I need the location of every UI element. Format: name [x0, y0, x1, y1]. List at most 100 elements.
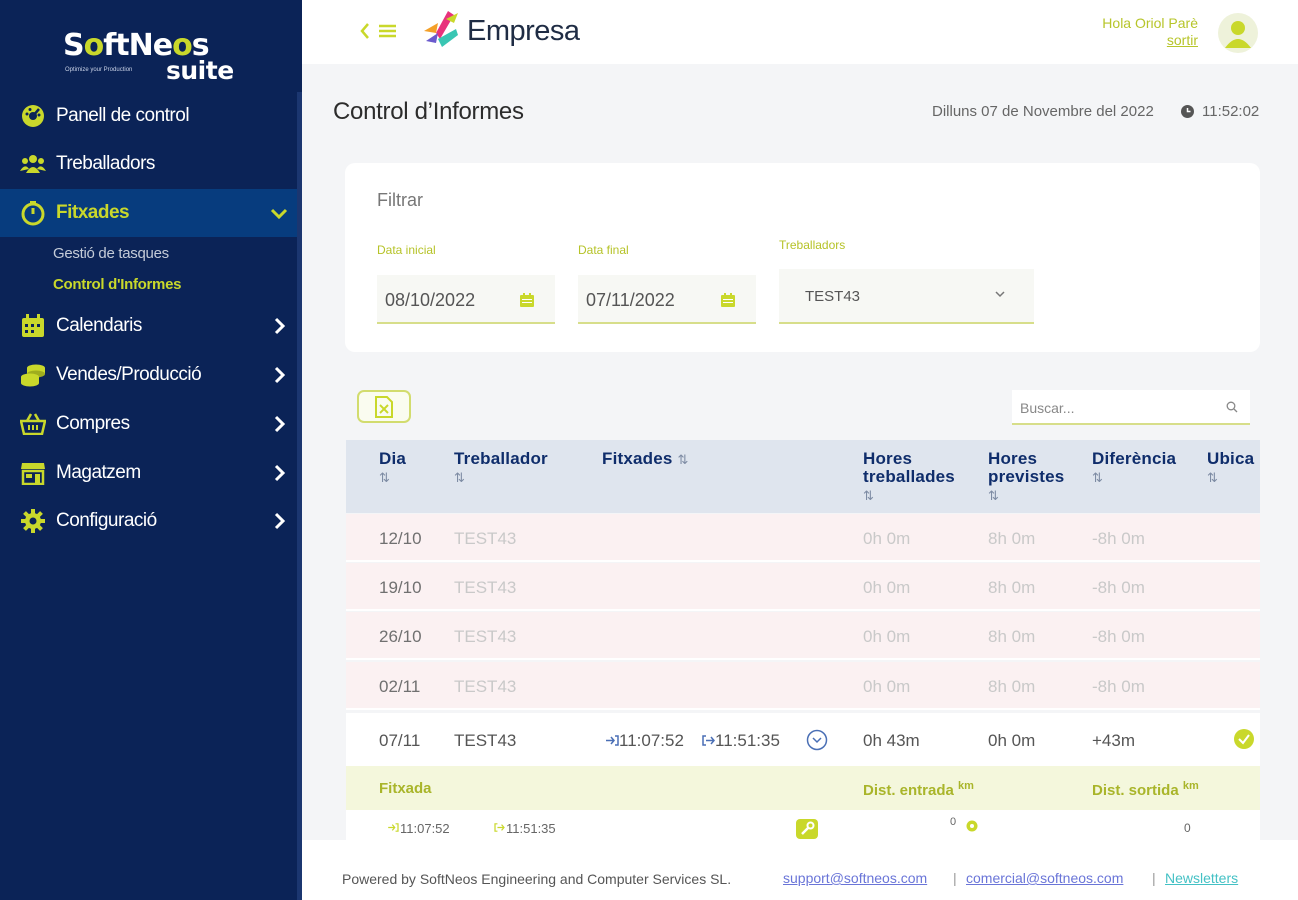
sort-icon[interactable]: ⇅ — [988, 488, 999, 503]
collapse-menu-icon[interactable] — [360, 21, 400, 41]
stopwatch-icon — [20, 200, 46, 226]
table-header: Dia ⇅ Treballador ⇅ Fitxades ⇅ Hores trebal… — [346, 440, 1260, 513]
store-icon — [20, 460, 46, 486]
avatar[interactable] — [1218, 13, 1258, 53]
sidebar-item-calendaris[interactable]: Calendaris — [0, 302, 297, 350]
sidebar-subitem-gestio-tasques[interactable]: Gestió de tasques — [53, 245, 169, 262]
start-date-label: Data inicial — [377, 243, 436, 257]
calendar-icon[interactable] — [720, 292, 736, 308]
filter-title: Filtrar — [377, 190, 423, 210]
end-date-label: Data final — [578, 243, 629, 257]
filter-card: Filtrar Data inicial 08/10/2022 Data fin… — [345, 163, 1260, 352]
export-excel-button[interactable] — [357, 390, 411, 423]
end-date-field[interactable]: 07/11/2022 — [578, 275, 756, 324]
sign-in-icon — [388, 823, 399, 832]
edit-button[interactable] — [796, 819, 818, 839]
table-row[interactable]: 12/10 TEST43 0h 0m 8h 0m -8h 0m — [346, 514, 1260, 562]
column-dia[interactable]: Dia ⇅ — [379, 450, 406, 487]
calendar-icon — [20, 313, 46, 339]
sidebar-scrollbar[interactable] — [297, 92, 302, 900]
sort-icon[interactable]: ⇅ — [1092, 470, 1103, 485]
sort-icon[interactable]: ⇅ — [379, 470, 390, 485]
current-time: 11:52:02 — [1202, 103, 1260, 120]
softneos-logo[interactable]: SoftNeos Optimize your Production suite — [60, 26, 240, 86]
comercial-email-link[interactable]: comercial@softneos.com — [966, 870, 1123, 886]
chevron-right-icon — [274, 512, 286, 530]
basket-icon — [20, 411, 46, 437]
chevron-right-icon — [274, 317, 286, 335]
sidebar-item-fitxades[interactable]: Fitxades — [0, 189, 297, 237]
search-box — [1012, 390, 1250, 425]
sign-out-icon — [494, 823, 505, 832]
search-input[interactable] — [1020, 398, 1220, 418]
workers-label: Treballadors — [779, 238, 846, 252]
sort-icon[interactable]: ⇅ — [454, 470, 465, 485]
current-date: Dilluns 07 de Novembre del 2022 — [932, 103, 1154, 120]
logo-suite: suite — [166, 56, 234, 85]
clock-out-time: 11:51:35 — [715, 731, 780, 750]
chevron-right-icon — [274, 464, 286, 482]
chevron-down-icon — [270, 208, 288, 220]
dist-sortida-label: Dist. sortida km — [1092, 780, 1199, 799]
empresa-logo[interactable]: Empresa — [420, 9, 595, 51]
support-email-link[interactable]: support@softneos.com — [783, 870, 927, 886]
sort-icon[interactable]: ⇅ — [863, 488, 874, 503]
sidebar: SoftNeos Optimize your Production suite … — [0, 0, 302, 900]
greeting-text: Hola Oriol Parè — [1102, 15, 1198, 31]
chevron-right-icon — [274, 415, 286, 433]
user-icon — [1225, 21, 1251, 48]
sort-icon[interactable]: ⇅ — [1207, 470, 1218, 485]
sign-out-icon — [702, 735, 715, 746]
search-icon[interactable] — [1226, 401, 1238, 413]
page-title: Control d’Informes — [333, 98, 524, 125]
logo-tagline: Optimize your Production — [65, 67, 133, 73]
start-date-field[interactable]: 08/10/2022 — [377, 275, 555, 324]
column-treballador[interactable]: Treballador ⇅ — [454, 450, 548, 487]
table-row[interactable]: 02/11 TEST43 0h 0m 8h 0m -8h 0m — [346, 662, 1260, 710]
coins-icon — [20, 362, 46, 388]
sidebar-item-compres[interactable]: Compres — [0, 400, 297, 448]
clock-icon — [1181, 105, 1194, 118]
detail-header: Fitxada Dist. entrada km Dist. sortida k… — [346, 766, 1260, 810]
column-fitxades[interactable]: Fitxades ⇅ — [602, 450, 689, 469]
sidebar-subitem-control-informes[interactable]: Control d'Informes — [53, 276, 181, 293]
gear-icon — [20, 508, 46, 534]
sidebar-item-vendes-produccio[interactable]: Vendes/Producció — [0, 351, 297, 399]
users-icon — [20, 151, 46, 177]
table-row[interactable]: 07/11 TEST43 11:07:52 11:51:35 0h 43m 0h… — [346, 713, 1260, 766]
footer: Powered by SoftNeos Engineering and Comp… — [302, 840, 1298, 900]
clock-in-time: 11:07:52 — [619, 731, 684, 750]
footer-separator: | — [1152, 870, 1156, 886]
excel-icon — [375, 395, 393, 418]
top-bar: Empresa Hola Oriol Parè sortir — [302, 0, 1298, 64]
calendar-icon[interactable] — [519, 292, 535, 308]
table-row[interactable]: 19/10 TEST43 0h 0m 8h 0m -8h 0m — [346, 563, 1260, 611]
sidebar-item-configuracio[interactable]: Configuració — [0, 497, 297, 545]
footer-separator: | — [953, 870, 957, 886]
sidebar-item-panell-de-control[interactable]: Panell de control — [0, 92, 297, 140]
detail-row: 11:07:52 11:51:35 0 0 — [346, 810, 1260, 842]
table-row[interactable]: 26/10 TEST43 0h 0m 8h 0m -8h 0m — [346, 612, 1260, 660]
location-ok-icon — [1234, 729, 1254, 749]
sort-icon[interactable]: ⇅ — [678, 452, 689, 467]
brand-mark-icon — [424, 11, 458, 47]
workers-select[interactable]: TEST43 — [779, 269, 1034, 324]
user-greeting: Hola Oriol Parè sortir — [1102, 15, 1198, 49]
sidebar-item-treballadors[interactable]: Treballadors — [0, 140, 297, 188]
newsletters-link[interactable]: Newsletters — [1165, 870, 1238, 886]
column-diferencia[interactable]: Diferència ⇅ — [1092, 450, 1176, 487]
column-hores-previstes[interactable]: Hores previstes ⇅ — [988, 450, 1064, 505]
expand-row-icon[interactable] — [806, 729, 828, 751]
sign-in-icon — [606, 735, 619, 746]
column-ubicacio[interactable]: Ubica ⇅ — [1207, 450, 1254, 487]
chevron-right-icon — [274, 366, 286, 384]
map-pin-icon[interactable] — [966, 820, 978, 832]
dashboard-icon — [20, 103, 46, 129]
chevron-down-icon — [995, 291, 1005, 298]
wrench-icon — [801, 821, 815, 835]
logout-link[interactable]: sortir — [1102, 32, 1198, 49]
sidebar-item-magatzem[interactable]: Magatzem — [0, 449, 297, 497]
column-hores-treballades[interactable]: Hores treballades ⇅ — [863, 450, 955, 505]
dist-entrada-label: Dist. entrada km — [863, 780, 974, 799]
powered-by-text: Powered by SoftNeos Engineering and Comp… — [342, 871, 732, 887]
